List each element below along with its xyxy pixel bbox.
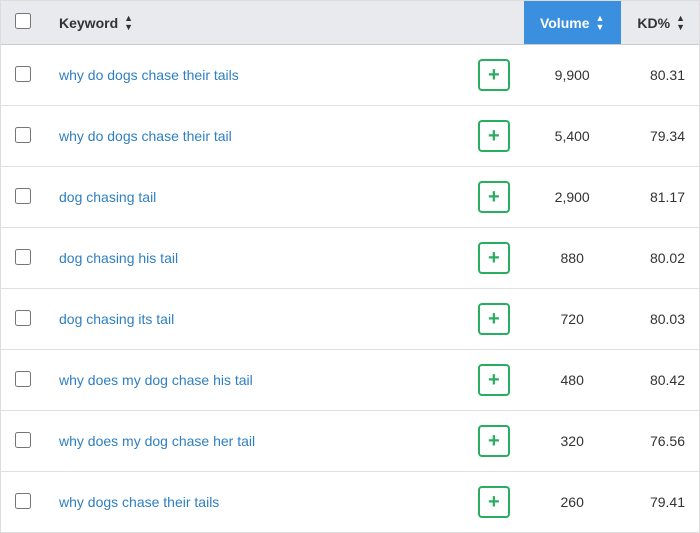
table-row: why do dogs chase their tails + 9,900 80… [1,45,699,106]
add-button-5[interactable]: + [478,303,510,335]
volume-sort-arrows[interactable]: ▲ ▼ [595,14,604,32]
kd-cell-8: 79.41 [621,472,699,533]
row-checkbox-7[interactable] [15,432,31,448]
kd-cell-2: 79.34 [621,106,699,167]
kd-cell-4: 80.02 [621,228,699,289]
keyword-link-1[interactable]: why do dogs chase their tails [59,67,239,83]
row-checkbox-cell [1,472,45,533]
add-btn-cell-4: + [464,228,524,289]
add-button-2[interactable]: + [478,120,510,152]
row-checkbox-6[interactable] [15,371,31,387]
volume-cell-5: 720 [524,289,621,350]
kd-col-label: KD% [637,15,670,31]
row-checkbox-3[interactable] [15,188,31,204]
volume-cell-7: 320 [524,411,621,472]
keyword-link-6[interactable]: why does my dog chase his tail [59,372,253,388]
keyword-cell: dog chasing its tail [45,289,464,350]
row-checkbox-1[interactable] [15,66,31,82]
volume-cell-8: 260 [524,472,621,533]
keyword-link-4[interactable]: dog chasing his tail [59,250,178,266]
row-checkbox-cell [1,228,45,289]
row-checkbox-2[interactable] [15,127,31,143]
keyword-column-header[interactable]: Keyword ▲ ▼ [45,1,464,45]
row-checkbox-4[interactable] [15,249,31,265]
add-btn-cell-3: + [464,167,524,228]
add-button-6[interactable]: + [478,364,510,396]
keyword-cell: why dogs chase their tails [45,472,464,533]
add-button-3[interactable]: + [478,181,510,213]
table-row: dog chasing his tail + 880 80.02 [1,228,699,289]
kd-cell-7: 76.56 [621,411,699,472]
row-checkbox-cell [1,289,45,350]
volume-cell-1: 9,900 [524,45,621,106]
keyword-link-7[interactable]: why does my dog chase her tail [59,433,255,449]
volume-col-label: Volume [540,15,590,31]
table-row: why does my dog chase her tail + 320 76.… [1,411,699,472]
kd-column-header[interactable]: KD% ▲ ▼ [621,1,699,45]
add-button-7[interactable]: + [478,425,510,457]
row-checkbox-cell [1,411,45,472]
kd-cell-5: 80.03 [621,289,699,350]
table-row: why do dogs chase their tail + 5,400 79.… [1,106,699,167]
table-row: why dogs chase their tails + 260 79.41 [1,472,699,533]
row-checkbox-cell [1,106,45,167]
keyword-sort-arrows[interactable]: ▲ ▼ [124,14,133,32]
row-checkbox-8[interactable] [15,493,31,509]
row-checkbox-cell [1,350,45,411]
keyword-cell: why do dogs chase their tail [45,106,464,167]
kd-cell-1: 80.31 [621,45,699,106]
volume-column-header[interactable]: Volume ▲ ▼ [524,1,621,45]
kd-cell-3: 81.17 [621,167,699,228]
row-checkbox-cell [1,45,45,106]
volume-cell-3: 2,900 [524,167,621,228]
add-btn-cell-6: + [464,350,524,411]
volume-cell-2: 5,400 [524,106,621,167]
select-all-checkbox[interactable] [15,13,31,29]
volume-cell-4: 880 [524,228,621,289]
add-btn-cell-2: + [464,106,524,167]
keyword-cell: dog chasing his tail [45,228,464,289]
keyword-link-2[interactable]: why do dogs chase their tail [59,128,232,144]
keyword-cell: why do dogs chase their tails [45,45,464,106]
add-col-header [464,1,524,45]
add-btn-cell-8: + [464,472,524,533]
kd-cell-6: 80.42 [621,350,699,411]
keyword-table: Keyword ▲ ▼ Volume ▲ ▼ [0,0,700,533]
add-button-1[interactable]: + [478,59,510,91]
table-row: dog chasing tail + 2,900 81.17 [1,167,699,228]
add-btn-cell-1: + [464,45,524,106]
row-checkbox-cell [1,167,45,228]
volume-cell-6: 480 [524,350,621,411]
keyword-cell: why does my dog chase his tail [45,350,464,411]
add-btn-cell-5: + [464,289,524,350]
keyword-link-8[interactable]: why dogs chase their tails [59,494,219,510]
keyword-col-label: Keyword [59,15,118,31]
keyword-link-3[interactable]: dog chasing tail [59,189,156,205]
header-checkbox-cell [1,1,45,45]
add-button-4[interactable]: + [478,242,510,274]
row-checkbox-5[interactable] [15,310,31,326]
keyword-cell: dog chasing tail [45,167,464,228]
kd-sort-arrows[interactable]: ▲ ▼ [676,14,685,32]
keyword-cell: why does my dog chase her tail [45,411,464,472]
add-btn-cell-7: + [464,411,524,472]
table-row: dog chasing its tail + 720 80.03 [1,289,699,350]
keyword-link-5[interactable]: dog chasing its tail [59,311,174,327]
add-button-8[interactable]: + [478,486,510,518]
table-row: why does my dog chase his tail + 480 80.… [1,350,699,411]
